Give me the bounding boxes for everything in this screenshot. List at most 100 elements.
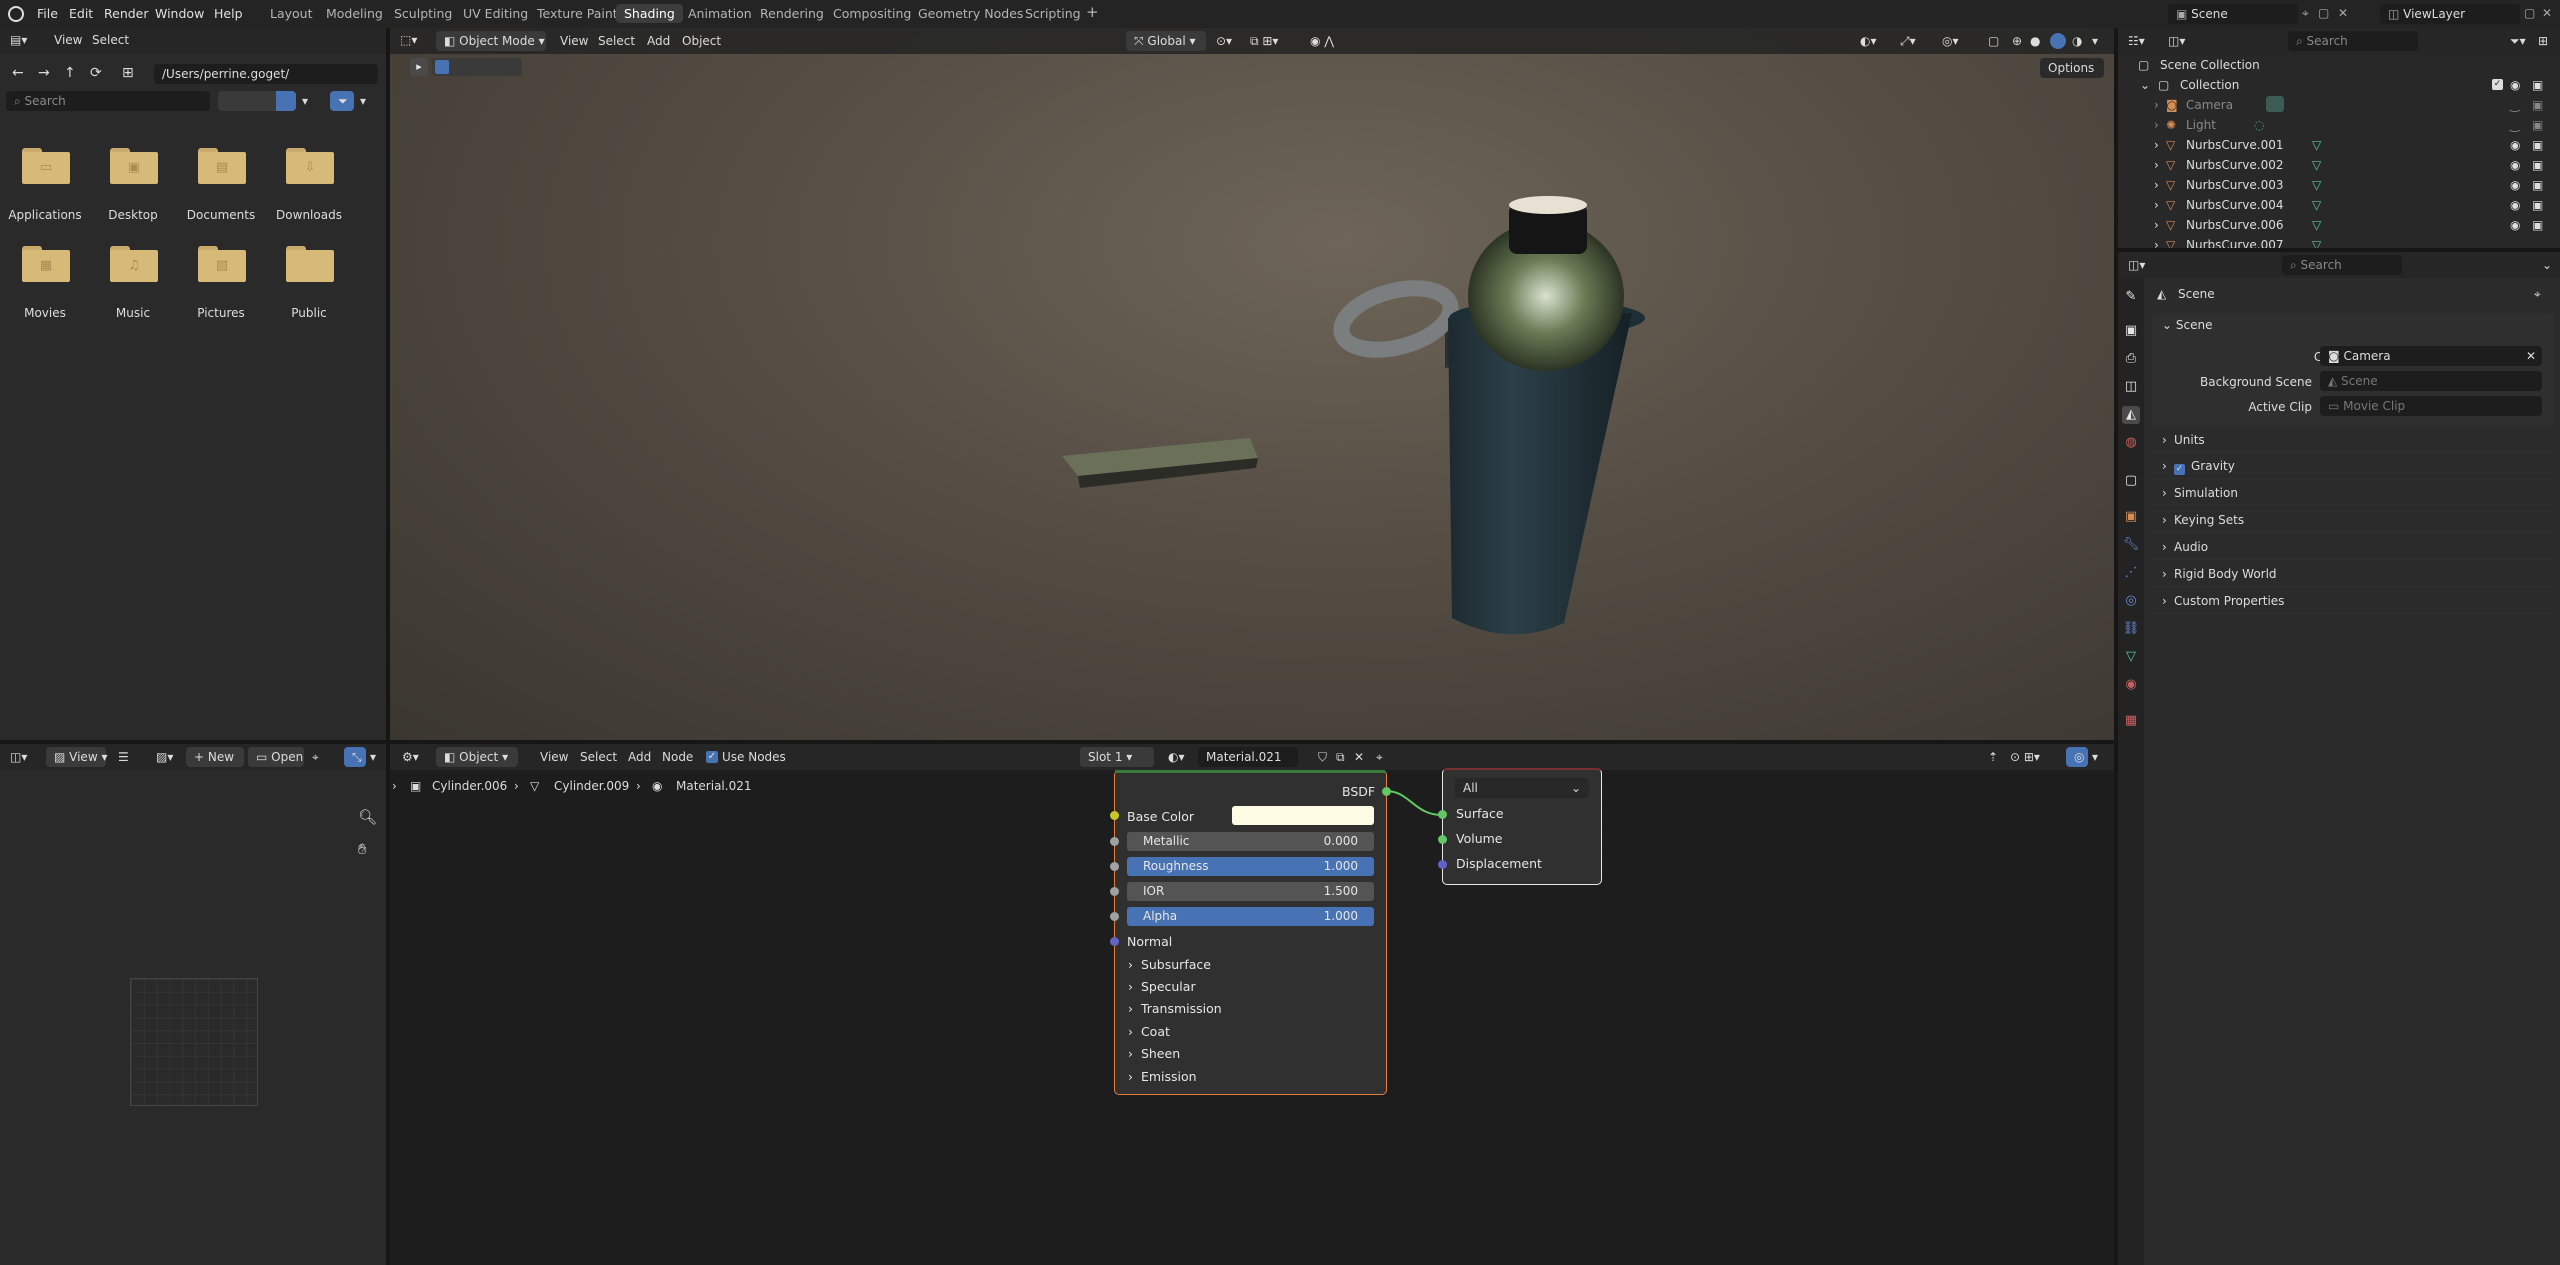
- texture-tab-icon[interactable]: ▦: [2122, 712, 2140, 730]
- zoom-icon[interactable]: 🔍︎: [358, 808, 377, 826]
- new-collection-icon[interactable]: ⊞: [2538, 34, 2548, 48]
- menu-render[interactable]: Render: [104, 6, 149, 21]
- tree-row-curve[interactable]: › ▽ NurbsCurve.002 ▽ ◉ ▣: [2118, 155, 2558, 175]
- material-browse-icon[interactable]: ◐▾: [1168, 750, 1185, 764]
- filter-icon[interactable]: ⏷▾: [2510, 34, 2526, 49]
- rigid-body-world-panel[interactable]: › Rigid Body World: [2152, 561, 2552, 587]
- camera-render-icon[interactable]: ▣: [2532, 198, 2543, 212]
- chevron-down-icon[interactable]: ▾: [2092, 750, 2098, 764]
- tree-row-collection[interactable]: ⌄ ▢ Collection ✓ ◉ ▣: [2118, 75, 2558, 95]
- hand-pan-icon[interactable]: ✋︎: [358, 840, 367, 858]
- snap-icon[interactable]: ⊙ ⊞▾: [2010, 750, 2040, 764]
- refresh-icon[interactable]: ⟳: [90, 65, 102, 81]
- plate-object[interactable]: [1062, 438, 1258, 488]
- particles-tab-icon[interactable]: ⋰: [2122, 564, 2140, 582]
- transmission-panel[interactable]: › Transmission: [1128, 1001, 1222, 1016]
- volume-socket[interactable]: [1438, 835, 1447, 844]
- tab-animation[interactable]: Animation: [688, 6, 752, 21]
- viewport-3d[interactable]: ⬚▾ ◧ Object Mode ▾ View Select Add Objec…: [390, 28, 2114, 740]
- active-clip-field[interactable]: ▭ Movie Clip: [2320, 396, 2542, 416]
- folder-icon[interactable]: ▦: [22, 246, 70, 282]
- eye-icon[interactable]: ◉: [2510, 198, 2520, 212]
- camera-render-icon[interactable]: ▣: [2532, 98, 2543, 112]
- view-mode-dropdown[interactable]: ▨ View ▾: [46, 747, 107, 767]
- tab-uv-editing[interactable]: UV Editing: [463, 6, 528, 21]
- simulation-panel[interactable]: › Simulation: [2152, 480, 2552, 506]
- alpha-field[interactable]: Alpha 1.000: [1127, 907, 1374, 926]
- folder-label[interactable]: Applications: [0, 208, 90, 222]
- units-panel[interactable]: › Units: [2152, 427, 2552, 453]
- object-tab-icon[interactable]: ▣: [2122, 508, 2140, 526]
- editor-type-icon[interactable]: ☷▾: [2128, 34, 2145, 48]
- custom-properties-panel[interactable]: › Custom Properties: [2152, 588, 2552, 614]
- chevron-down-icon[interactable]: ▾: [302, 94, 308, 108]
- tab-shading[interactable]: Shading: [616, 4, 683, 23]
- menu-edit[interactable]: Edit: [69, 6, 93, 21]
- ior-field[interactable]: IOR 1.500: [1127, 882, 1374, 901]
- output-tab-icon[interactable]: ⎙: [2122, 350, 2140, 368]
- eye-icon[interactable]: ◉: [2510, 178, 2520, 192]
- tab-geometry-nodes[interactable]: Geometry Nodes: [918, 6, 1023, 21]
- menu-select[interactable]: Select: [580, 750, 617, 764]
- editor-type-icon[interactable]: ▤▾: [10, 33, 27, 47]
- menu-view[interactable]: View: [54, 33, 82, 47]
- display-mode-icon[interactable]: ◫▾: [2168, 34, 2185, 48]
- physics-tab-icon[interactable]: ◎: [2122, 592, 2140, 610]
- tree-row-curve[interactable]: › ▽ NurbsCurve.003 ▽ ◉ ▣: [2118, 175, 2558, 195]
- background-scene-field[interactable]: ◭ Scene: [2320, 371, 2542, 391]
- eye-closed-icon[interactable]: ‿: [2510, 98, 2520, 112]
- tab-texture-paint[interactable]: Texture Paint: [537, 6, 618, 21]
- folder-label[interactable]: Desktop: [88, 208, 178, 222]
- forward-icon[interactable]: →: [38, 65, 50, 81]
- chevron-down-icon[interactable]: ⌄: [2542, 258, 2552, 272]
- editor-type-icon[interactable]: ◫▾: [10, 750, 27, 764]
- emission-panel[interactable]: › Emission: [1128, 1069, 1197, 1084]
- tree-row-light[interactable]: › ✺ Light ◌ ‿ ▣: [2118, 115, 2558, 135]
- view-layer-selector[interactable]: ◫ ViewLayer: [2380, 4, 2520, 24]
- pin-icon[interactable]: ⌖: [1376, 750, 1383, 765]
- gravity-checkbox[interactable]: ✓: [2174, 464, 2185, 475]
- gravity-panel[interactable]: › ✓ Gravity: [2152, 453, 2552, 479]
- camera-field[interactable]: ◙ Camera ✕: [2320, 346, 2542, 366]
- close-icon[interactable]: ✕: [1354, 750, 1364, 764]
- metallic-field[interactable]: Metallic 0.000: [1127, 832, 1374, 851]
- back-icon[interactable]: ←: [12, 65, 24, 81]
- bottle-object[interactable]: [1333, 196, 1645, 635]
- tree-row-curve[interactable]: › ▽ NurbsCurve.007 ▽: [2118, 235, 2558, 248]
- folder-label[interactable]: Downloads: [264, 208, 354, 222]
- close-icon[interactable]: ✕: [2542, 6, 2552, 20]
- node-link[interactable]: [1380, 780, 1450, 820]
- search-input[interactable]: ⌕ Search: [2282, 255, 2402, 275]
- tool-tab-icon[interactable]: ✎: [2122, 288, 2140, 306]
- folder-icon[interactable]: ▧: [198, 246, 246, 282]
- menu-node[interactable]: Node: [662, 750, 693, 764]
- menu-view[interactable]: View: [540, 750, 568, 764]
- audio-panel[interactable]: › Audio: [2152, 534, 2552, 560]
- eye-icon[interactable]: ◉: [2510, 158, 2520, 172]
- tree-row-curve[interactable]: › ▽ NurbsCurve.004 ▽ ◉ ▣: [2118, 195, 2558, 215]
- editor-type-icon[interactable]: ⚙▾: [402, 750, 419, 764]
- sheen-panel[interactable]: › Sheen: [1128, 1046, 1180, 1061]
- pin-icon[interactable]: ⌖: [312, 750, 319, 765]
- alpha-socket[interactable]: [1110, 912, 1119, 921]
- blender-logo-icon[interactable]: [8, 6, 24, 22]
- shader-type-dropdown[interactable]: ◧ Object ▾: [436, 747, 518, 767]
- tree-row-curve[interactable]: › ▽ NurbsCurve.001 ▽ ◉ ▣: [2118, 135, 2558, 155]
- menu-add[interactable]: Add: [628, 750, 651, 764]
- filter-icon[interactable]: ⏷: [330, 91, 354, 111]
- tree-row-camera[interactable]: › ◙ Camera ‿ ▣: [2118, 95, 2558, 115]
- tree-row-scene-collection[interactable]: ▢ Scene Collection: [2118, 55, 2558, 75]
- scene-panel-header[interactable]: ⌄ Scene: [2162, 318, 2212, 332]
- menu-help[interactable]: Help: [214, 6, 243, 21]
- coat-panel[interactable]: › Coat: [1128, 1024, 1170, 1039]
- keying-sets-panel[interactable]: › Keying Sets: [2152, 507, 2552, 533]
- tab-compositing[interactable]: Compositing: [833, 6, 911, 21]
- data-tab-icon[interactable]: ▽: [2122, 648, 2140, 666]
- thumbnail-mode-icon[interactable]: [276, 91, 296, 111]
- subsurface-panel[interactable]: › Subsurface: [1128, 957, 1211, 972]
- overlay-icon[interactable]: ◎: [2066, 747, 2088, 767]
- constraints-tab-icon[interactable]: ⛓︎: [2122, 620, 2140, 638]
- tab-layout[interactable]: Layout: [270, 6, 313, 21]
- roughness-field[interactable]: Roughness 1.000: [1127, 857, 1374, 876]
- tab-rendering[interactable]: Rendering: [760, 6, 824, 21]
